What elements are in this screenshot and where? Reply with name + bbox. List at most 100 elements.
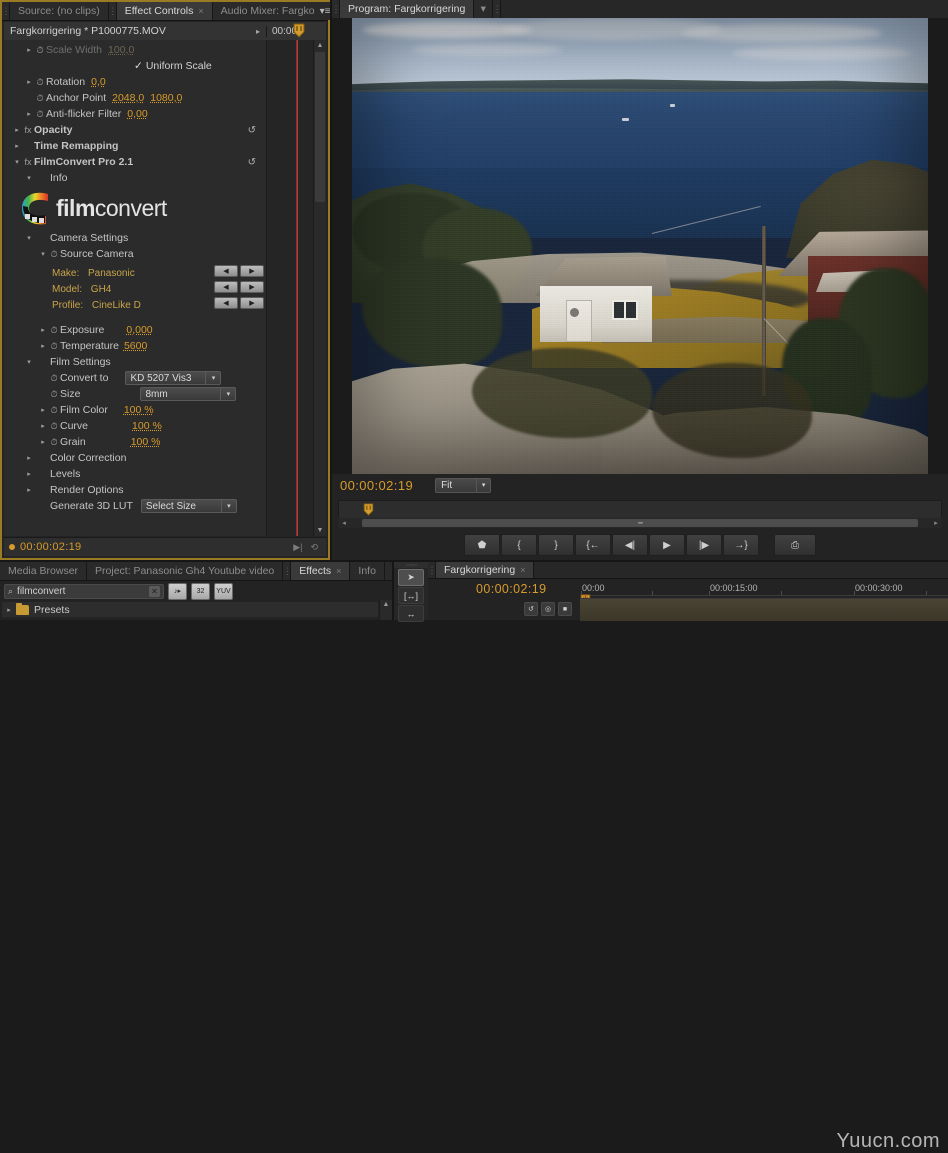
snap-icon[interactable]: ↺: [524, 602, 538, 616]
add-marker-button[interactable]: ⬟: [464, 534, 500, 556]
stopwatch-icon[interactable]: ⏱: [34, 93, 46, 104]
tab-sequence-fargkorrigering[interactable]: Fargkorrigering ×: [436, 562, 535, 578]
panel-grip-icon[interactable]: [332, 0, 340, 18]
property-time-remapping[interactable]: ▸ Time Remapping: [4, 138, 266, 154]
program-playhead-icon[interactable]: [363, 503, 374, 516]
property-curve[interactable]: ▸ ⏱ Curve 100 %: [4, 418, 266, 434]
close-icon[interactable]: ×: [198, 6, 203, 16]
model-next-button[interactable]: ▶: [240, 281, 264, 293]
property-value[interactable]: 0,000: [126, 324, 152, 336]
property-value[interactable]: 0,0: [91, 76, 106, 88]
disclosure-triangle-icon[interactable]: ▸: [24, 78, 34, 86]
property-grain[interactable]: ▸ ⏱ Grain 100 %: [4, 434, 266, 450]
mark-out-button[interactable]: }: [538, 534, 574, 556]
section-levels[interactable]: ▸ Levels: [4, 466, 266, 482]
property-value[interactable]: 100,0: [108, 44, 134, 56]
accelerated-effects-button[interactable]: ♪▸: [168, 582, 187, 600]
marker-icon[interactable]: ■: [558, 602, 572, 616]
disclosure-triangle-icon[interactable]: ▸: [38, 422, 48, 430]
reset-icon[interactable]: ↺: [248, 157, 256, 168]
make-next-button[interactable]: ▶: [240, 265, 264, 277]
tools-drag-handle[interactable]: ⋯⋯: [394, 562, 428, 569]
step-back-button[interactable]: ◀|: [612, 534, 648, 556]
program-monitor-view[interactable]: [332, 18, 948, 474]
property-value[interactable]: 0,00: [127, 108, 147, 120]
property-convert-to[interactable]: ⏱ Convert to KD 5207 Vis3 ▾: [4, 370, 266, 386]
track-select-tool[interactable]: [↔]: [398, 587, 424, 604]
profile-next-button[interactable]: ▶: [240, 297, 264, 309]
stopwatch-icon[interactable]: ⏱: [34, 77, 46, 88]
program-tab-menu-button[interactable]: ▾: [474, 0, 494, 18]
program-scroll-thumb[interactable]: ▪▪▪: [362, 519, 918, 527]
horizontal-separator[interactable]: [0, 560, 948, 562]
property-value[interactable]: 100 %: [124, 404, 154, 416]
clear-icon[interactable]: ✕: [149, 585, 160, 597]
program-zoom-scrollbar[interactable]: ◂ ▪▪▪ ▸: [338, 518, 942, 528]
go-to-out-button[interactable]: →}: [723, 534, 759, 556]
vertical-separator-2[interactable]: [392, 562, 394, 620]
disclosure-triangle-icon[interactable]: ▸: [24, 470, 34, 478]
property-size[interactable]: ⏱ Size 8mm ▾: [4, 386, 266, 402]
property-anchor-point[interactable]: ⏱ Anchor Point 2048,0 1080,0: [4, 90, 266, 106]
stopwatch-icon[interactable]: ⏱: [48, 373, 60, 384]
timeline-ruler[interactable]: 00:00 00:00:15:00 00:00:30:00: [580, 582, 948, 596]
scrollbar-thumb[interactable]: [315, 52, 325, 202]
stopwatch-icon[interactable]: ⏱: [48, 405, 60, 416]
property-value[interactable]: 100 %: [131, 436, 161, 448]
ripple-edit-tool[interactable]: ↔: [398, 605, 424, 622]
tab-program-monitor[interactable]: Program: Fargkorrigering: [340, 0, 475, 18]
zoom-level-dropdown[interactable]: Fit ▾: [435, 477, 492, 493]
program-timecode[interactable]: 00:00:02:19: [340, 478, 413, 493]
disclosure-triangle-icon[interactable]: ▸: [12, 126, 22, 134]
disclosure-triangle-icon[interactable]: ▸: [12, 142, 22, 150]
disclosure-triangle-icon[interactable]: ▾: [24, 234, 34, 242]
property-anti-flicker-filter[interactable]: ▸ ⏱ Anti-flicker Filter 0,00: [4, 106, 266, 122]
generate-3d-lut-dropdown[interactable]: Select Size ▾: [140, 499, 237, 513]
disclosure-triangle-icon[interactable]: ▾: [38, 250, 48, 258]
tab-source[interactable]: Source: (no clips): [10, 2, 109, 20]
effects-tree-item-presets[interactable]: ▸ Presets: [2, 602, 378, 617]
section-camera-settings[interactable]: ▾ Camera Settings: [4, 230, 266, 246]
32bit-color-button[interactable]: 32: [191, 582, 210, 600]
model-prev-button[interactable]: ◀: [214, 281, 238, 293]
section-render-options[interactable]: ▸ Render Options: [4, 482, 266, 498]
property-value[interactable]: 5600: [124, 340, 147, 352]
ec-current-timecode[interactable]: 00:00:02:19: [20, 541, 81, 553]
property-film-color[interactable]: ▸ ⏱ Film Color 100 %: [4, 402, 266, 418]
program-timeline-bar[interactable]: [338, 500, 942, 520]
tab-effect-controls[interactable]: Effect Controls ×: [116, 2, 213, 20]
panel-grip-icon[interactable]: [2, 2, 10, 20]
step-forward-button[interactable]: |▶: [686, 534, 722, 556]
scroll-left-icon[interactable]: ◂: [338, 519, 350, 527]
disclosure-triangle-icon[interactable]: ▸: [38, 438, 48, 446]
stopwatch-icon[interactable]: ⏱: [48, 389, 60, 400]
vertical-separator[interactable]: [330, 0, 332, 560]
effects-vertical-scrollbar[interactable]: ▲: [379, 600, 392, 620]
tab-project[interactable]: Project: Panasonic Gh4 Youtube video: [87, 562, 284, 580]
disclosure-triangle-icon[interactable]: ▸: [24, 110, 34, 118]
yuv-effects-button[interactable]: YUV: [214, 582, 233, 600]
stopwatch-icon[interactable]: ⏱: [48, 341, 60, 352]
disclosure-triangle-icon[interactable]: ▾: [12, 158, 22, 166]
stopwatch-icon[interactable]: ⏱: [48, 437, 60, 448]
property-exposure[interactable]: ▸ ⏱ Exposure 0,000: [4, 322, 266, 338]
export-frame-button[interactable]: ⎙: [774, 534, 816, 556]
profile-spinner[interactable]: ◀ ▶: [214, 297, 264, 309]
property-value-x[interactable]: 2048,0: [112, 92, 144, 104]
property-opacity[interactable]: ▸ fx Opacity ↺: [4, 122, 266, 138]
reset-icon[interactable]: ↺: [248, 125, 256, 136]
loop-icon[interactable]: ⟲: [310, 542, 318, 553]
size-dropdown[interactable]: 8mm ▾: [140, 387, 237, 401]
tab-audio-mixer[interactable]: Audio Mixer: Fargko ▾≡: [212, 2, 345, 20]
timeline-current-timecode[interactable]: 00:00:02:19: [476, 582, 546, 596]
property-generate-3d-lut[interactable]: Generate 3D LUT Select Size ▾: [4, 498, 266, 514]
stopwatch-icon[interactable]: ⏱: [48, 421, 60, 432]
disclosure-triangle-icon[interactable]: ▸: [38, 406, 48, 414]
scroll-right-icon[interactable]: ▸: [930, 519, 942, 527]
panel-grip-icon[interactable]: [428, 562, 436, 578]
disclosure-triangle-icon[interactable]: ▾: [24, 174, 34, 182]
play-icon[interactable]: ▶|: [293, 542, 302, 553]
ec-playhead-marker-icon[interactable]: [293, 23, 305, 38]
profile-prev-button[interactable]: ◀: [214, 297, 238, 309]
timeline-clip[interactable]: [580, 599, 948, 621]
